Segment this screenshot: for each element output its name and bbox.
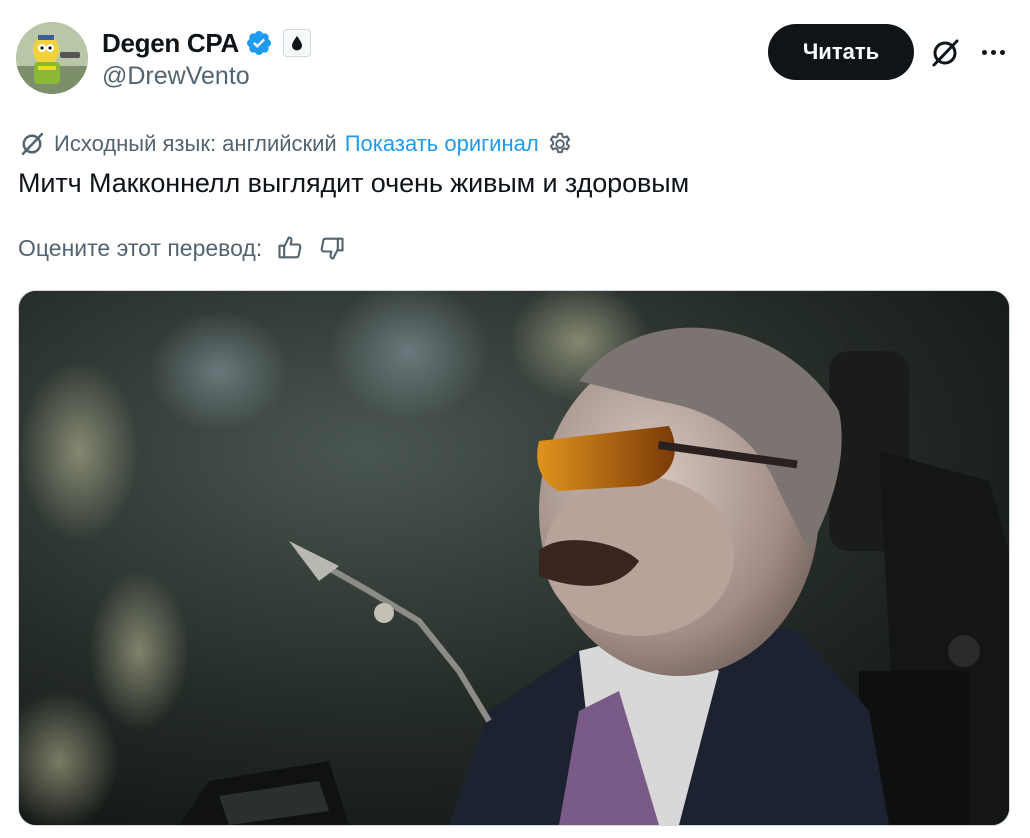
- cartoon-avatar-image: [16, 22, 88, 94]
- author-name-row: Degen CPA: [102, 26, 311, 60]
- rate-translation-row: Оцените этот перевод:: [18, 230, 346, 266]
- thumbs-up-icon[interactable]: [276, 234, 304, 262]
- tweet-media-photo[interactable]: [18, 290, 1010, 826]
- translation-info-row: Исходный язык: английский Показать ориги…: [18, 128, 573, 160]
- verified-badge-icon[interactable]: [245, 29, 273, 57]
- tweet-text: Митч Макконнелл выглядит очень живым и з…: [18, 168, 690, 198]
- avatar[interactable]: [16, 22, 88, 94]
- thumbs-down-icon[interactable]: [318, 234, 346, 262]
- show-original-link[interactable]: Показать оригинал: [345, 131, 539, 157]
- author-display-name[interactable]: Degen CPA: [102, 28, 239, 59]
- rate-translation-label: Оцените этот перевод:: [18, 234, 263, 261]
- source-language-label: Исходный язык: английский: [54, 131, 337, 156]
- drop-icon: [291, 36, 302, 51]
- gear-icon[interactable]: [547, 131, 573, 157]
- follow-button[interactable]: Читать: [768, 24, 914, 80]
- translate-icon: [21, 132, 44, 156]
- grok-icon[interactable]: [928, 36, 962, 70]
- photo-image: [19, 291, 1009, 825]
- more-icon[interactable]: [976, 38, 1010, 66]
- author-handle[interactable]: @DrewVento: [102, 62, 250, 91]
- affiliation-badge[interactable]: [282, 29, 311, 57]
